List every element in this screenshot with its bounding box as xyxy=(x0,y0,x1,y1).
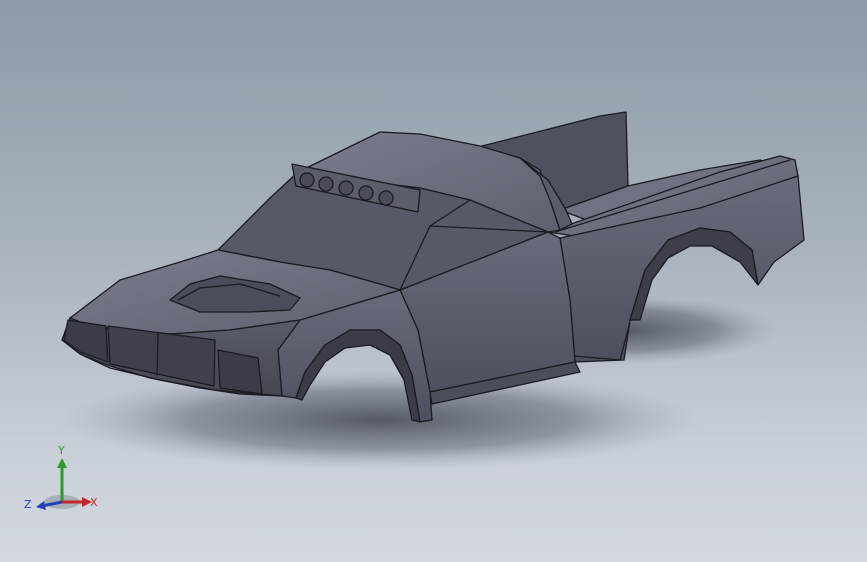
truck-body-model[interactable] xyxy=(0,0,867,562)
coordinate-triad[interactable]: Y X Z xyxy=(20,440,110,520)
lamp-2 xyxy=(318,176,334,192)
graphics-viewport[interactable]: Y X Z xyxy=(0,0,867,562)
model-shadow xyxy=(60,370,700,470)
x-axis-label: X xyxy=(90,496,98,509)
truck-body[interactable] xyxy=(61,111,805,423)
y-axis-label: Y xyxy=(57,444,65,457)
lamp-1 xyxy=(299,172,315,188)
lamp-5 xyxy=(378,190,394,206)
z-axis-label: Z xyxy=(24,498,32,511)
lamp-3 xyxy=(338,180,354,196)
y-axis-arrow xyxy=(57,458,67,468)
lamp-4 xyxy=(358,185,374,201)
